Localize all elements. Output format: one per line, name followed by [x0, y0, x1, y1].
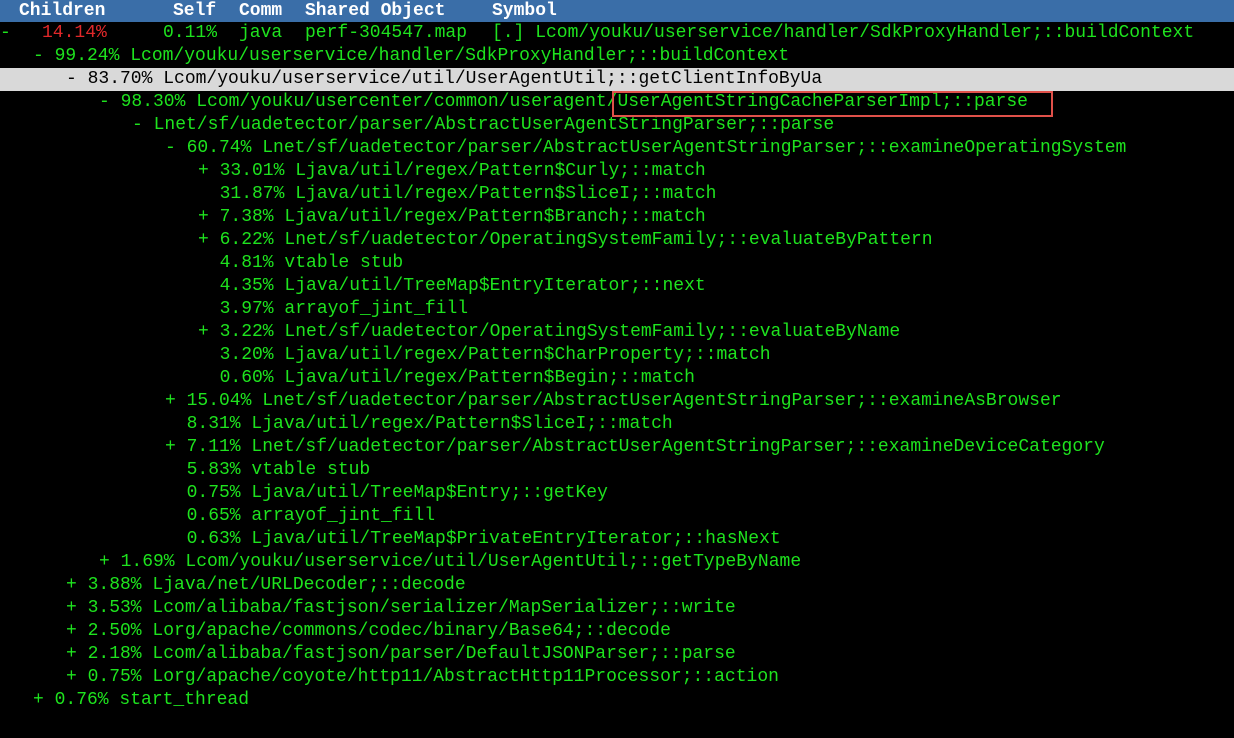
tree-row-text: 0.75% Ljava/util/TreeMap$Entry;::getKey: [165, 483, 608, 503]
self-percent: 0.11%: [163, 23, 218, 43]
column-shared-object[interactable]: Shared Object: [305, 0, 445, 22]
tree-row[interactable]: - 98.30% Lcom/youku/usercenter/common/us…: [0, 91, 1234, 114]
tree-row[interactable]: 31.87% Ljava/util/regex/Pattern$SliceI;:…: [0, 183, 1234, 206]
tree-row[interactable]: 3.97% arrayof_jint_fill: [0, 298, 1234, 321]
tree-row-text: 0.63% Ljava/util/TreeMap$PrivateEntryIte…: [165, 529, 781, 549]
call-graph-tree: - 14.14% 0.11% java perf-304547.map [.] …: [0, 22, 1234, 712]
children-percent: 14.14%: [42, 23, 107, 43]
tree-row-text: + 0.75% Lorg/apache/coyote/http11/Abstra…: [66, 667, 779, 687]
tree-row-text: + 7.11% Lnet/sf/uadetector/parser/Abstra…: [165, 437, 1105, 457]
tree-row[interactable]: + 2.18% Lcom/alibaba/fastjson/parser/Def…: [0, 643, 1234, 666]
tree-row[interactable]: - 99.24% Lcom/youku/userservice/handler/…: [0, 45, 1234, 68]
tree-row-text: + 3.53% Lcom/alibaba/fastjson/serializer…: [66, 598, 736, 618]
column-header-bar: Children Self Comm Shared Object Symbol: [0, 0, 1234, 22]
tree-row[interactable]: + 33.01% Ljava/util/regex/Pattern$Curly;…: [0, 160, 1234, 183]
tree-row-text: 3.97% arrayof_jint_fill: [198, 299, 469, 319]
tree-row-text: + 1.69% Lcom/youku/userservice/util/User…: [99, 552, 802, 572]
tree-row[interactable]: + 3.88% Ljava/net/URLDecoder;::decode: [0, 574, 1234, 597]
tree-row-text: + 15.04% Lnet/sf/uadetector/parser/Abstr…: [165, 391, 1062, 411]
column-self[interactable]: Self: [173, 0, 216, 22]
tree-row[interactable]: - Lnet/sf/uadetector/parser/AbstractUser…: [0, 114, 1234, 137]
tree-row[interactable]: + 2.50% Lorg/apache/commons/codec/binary…: [0, 620, 1234, 643]
tree-row-text: - Lnet/sf/uadetector/parser/AbstractUser…: [132, 115, 835, 135]
tree-row[interactable]: 4.35% Ljava/util/TreeMap$EntryIterator;:…: [0, 275, 1234, 298]
tree-row-text: + 0.76% start_thread: [33, 690, 250, 710]
tree-row-text: + 2.18% Lcom/alibaba/fastjson/parser/Def…: [66, 644, 736, 664]
tree-row-text: + 7.38% Ljava/util/regex/Pattern$Branch;…: [198, 207, 706, 227]
tree-row-text: - 60.74% Lnet/sf/uadetector/parser/Abstr…: [165, 138, 1127, 158]
tree-row[interactable]: 5.83% vtable stub: [0, 459, 1234, 482]
tree-row-text: + 2.50% Lorg/apache/commons/codec/binary…: [66, 621, 671, 641]
tree-row-selected[interactable]: - 83.70% Lcom/youku/userservice/util/Use…: [0, 68, 1234, 91]
tree-row-text: 3.20% Ljava/util/regex/Pattern$CharPrope…: [198, 345, 771, 365]
tree-row[interactable]: 0.75% Ljava/util/TreeMap$Entry;::getKey: [0, 482, 1234, 505]
tree-row[interactable]: + 7.38% Ljava/util/regex/Pattern$Branch;…: [0, 206, 1234, 229]
tree-row[interactable]: 0.60% Ljava/util/regex/Pattern$Begin;::m…: [0, 367, 1234, 390]
tree-row-text: 5.83% vtable stub: [165, 460, 371, 480]
tree-row-text: - 98.30% Lcom/youku/usercenter/common/us…: [99, 92, 1028, 112]
tree-row-text: + 33.01% Ljava/util/regex/Pattern$Curly;…: [198, 161, 706, 181]
tree-row[interactable]: + 6.22% Lnet/sf/uadetector/OperatingSyst…: [0, 229, 1234, 252]
tree-row-text: 4.81% vtable stub: [198, 253, 404, 273]
top-entry-row[interactable]: - 14.14% 0.11% java perf-304547.map [.] …: [0, 22, 1234, 45]
tree-row[interactable]: + 3.53% Lcom/alibaba/fastjson/serializer…: [0, 597, 1234, 620]
tree-row-text: 8.31% Ljava/util/regex/Pattern$SliceI;::…: [165, 414, 673, 434]
tree-row[interactable]: + 7.11% Lnet/sf/uadetector/parser/Abstra…: [0, 436, 1234, 459]
tree-row[interactable]: + 15.04% Lnet/sf/uadetector/parser/Abstr…: [0, 390, 1234, 413]
comm-value: java: [239, 23, 283, 43]
tree-row-text: - 83.70% Lcom/youku/userservice/util/Use…: [66, 69, 823, 89]
tree-row-text: - 99.24% Lcom/youku/userservice/handler/…: [33, 46, 790, 66]
tree-row[interactable]: - 60.74% Lnet/sf/uadetector/parser/Abstr…: [0, 137, 1234, 160]
tree-row[interactable]: 0.63% Ljava/util/TreeMap$PrivateEntryIte…: [0, 528, 1234, 551]
tree-row[interactable]: + 1.69% Lcom/youku/userservice/util/User…: [0, 551, 1234, 574]
tree-row-text: + 3.22% Lnet/sf/uadetector/OperatingSyst…: [198, 322, 901, 342]
tree-row-text: + 3.88% Ljava/net/URLDecoder;::decode: [66, 575, 466, 595]
tree-row-text: 0.60% Ljava/util/regex/Pattern$Begin;::m…: [198, 368, 695, 388]
tree-row[interactable]: + 0.75% Lorg/apache/coyote/http11/Abstra…: [0, 666, 1234, 689]
column-symbol[interactable]: Symbol: [492, 0, 557, 22]
tree-row[interactable]: + 0.76% start_thread: [0, 689, 1234, 712]
symbol-value: [.] Lcom/youku/userservice/handler/SdkPr…: [492, 23, 1195, 43]
tree-row[interactable]: 3.20% Ljava/util/regex/Pattern$CharPrope…: [0, 344, 1234, 367]
tree-row[interactable]: + 3.22% Lnet/sf/uadetector/OperatingSyst…: [0, 321, 1234, 344]
tree-row-text: + 6.22% Lnet/sf/uadetector/OperatingSyst…: [198, 230, 933, 250]
shared-object-value: perf-304547.map: [305, 23, 468, 43]
tree-row[interactable]: 0.65% arrayof_jint_fill: [0, 505, 1234, 528]
tree-row[interactable]: 4.81% vtable stub: [0, 252, 1234, 275]
tree-row-text: 0.65% arrayof_jint_fill: [165, 506, 436, 526]
tree-row-text: 4.35% Ljava/util/TreeMap$EntryIterator;:…: [198, 276, 706, 296]
column-children[interactable]: Children: [19, 0, 105, 22]
column-comm[interactable]: Comm: [239, 0, 282, 22]
tree-row[interactable]: 8.31% Ljava/util/regex/Pattern$SliceI;::…: [0, 413, 1234, 436]
collapse-marker[interactable]: -: [0, 22, 11, 45]
tree-row-text: 31.87% Ljava/util/regex/Pattern$SliceI;:…: [198, 184, 717, 204]
